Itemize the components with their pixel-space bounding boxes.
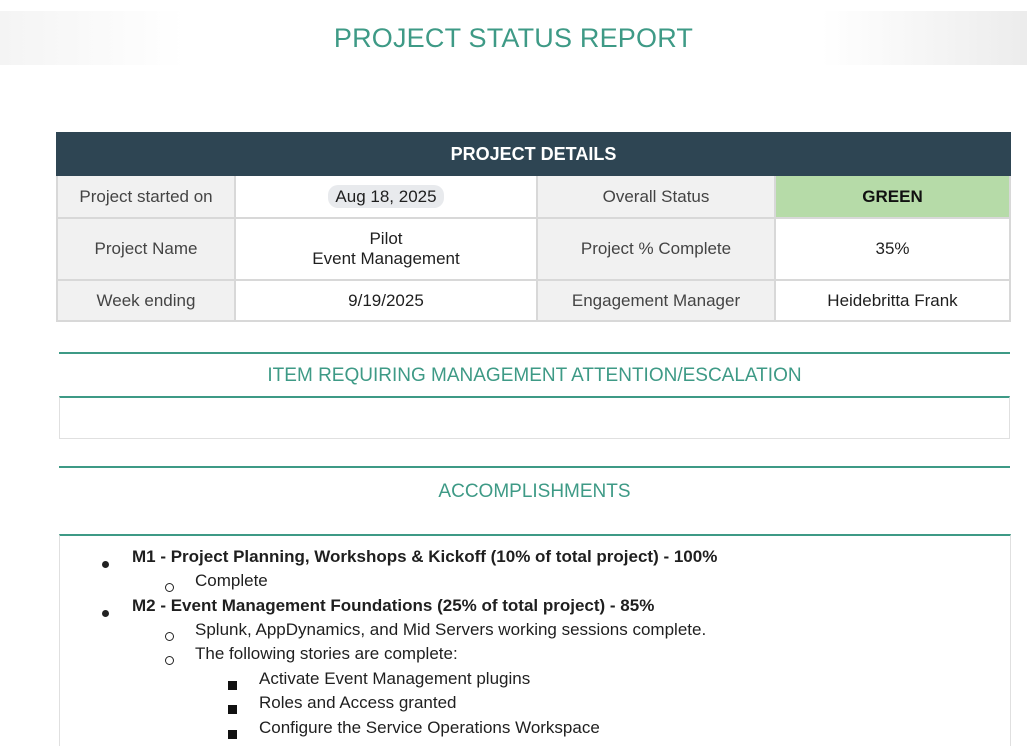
- accomplishments-header: ACCOMPLISHMENTS: [438, 481, 631, 502]
- started-label: Project started on: [56, 174, 236, 219]
- report-title: PROJECT STATUS REPORT: [333, 23, 694, 53]
- bullet-square-icon: [228, 724, 237, 744]
- engagement-manager-label: Engagement Manager: [536, 279, 776, 322]
- bullet-square-icon: [228, 699, 237, 719]
- started-value[interactable]: Aug 18, 2025: [234, 174, 538, 219]
- project-name-line2: Event Management: [312, 249, 460, 268]
- bullet-dot-icon: [102, 553, 109, 573]
- milestone-m1: M1 - Project Planning, Workshops & Kicko…: [132, 547, 718, 566]
- date-chip[interactable]: Aug 18, 2025: [328, 184, 444, 208]
- escalation-section: ITEM REQUIRING MANAGEMENT ATTENTION/ESCA…: [59, 352, 1010, 439]
- m1-sub-item: Complete: [195, 571, 268, 590]
- details-row-week: Week ending 9/19/2025 Engagement Manager…: [56, 279, 1011, 322]
- week-ending-label: Week ending: [56, 279, 236, 322]
- title-band: PROJECT STATUS REPORT: [0, 11, 1027, 65]
- bullet-circle-icon: [165, 650, 174, 670]
- project-details-table: PROJECT DETAILS Project started on Aug 1…: [56, 132, 1011, 322]
- overall-status-label: Overall Status: [536, 174, 776, 219]
- percent-complete-value: 35%: [774, 217, 1011, 281]
- m2-sub-item: The following stories are complete:: [195, 644, 458, 663]
- bullet-dot-icon: [102, 602, 109, 622]
- week-ending-value: 9/19/2025: [234, 279, 538, 322]
- bullet-circle-icon: [165, 626, 174, 646]
- milestone-m2: M2 - Event Management Foundations (25% o…: [132, 596, 655, 615]
- project-name-line1: Pilot: [369, 229, 403, 248]
- project-name-label: Project Name: [56, 217, 236, 281]
- project-name-value: Pilot Event Management: [234, 217, 538, 281]
- escalation-header: ITEM REQUIRING MANAGEMENT ATTENTION/ESCA…: [267, 365, 802, 386]
- engagement-manager-value: Heidebritta Frank: [774, 279, 1011, 322]
- details-row-started: Project started on Aug 18, 2025 Overall …: [56, 174, 1011, 219]
- escalation-content[interactable]: [59, 396, 1010, 439]
- story-item: Configure the Service Operations Workspa…: [259, 718, 600, 737]
- accomplishments-body[interactable]: M1 - Project Planning, Workshops & Kicko…: [59, 534, 1011, 746]
- bullet-square-icon: [228, 675, 237, 695]
- bullet-circle-icon: [165, 577, 174, 597]
- overall-status-value: GREEN: [774, 174, 1011, 219]
- details-row-name: Project Name Pilot Event Management Proj…: [56, 217, 1011, 281]
- percent-complete-label: Project % Complete: [536, 217, 776, 281]
- story-item: Activate Event Management plugins: [259, 669, 531, 688]
- story-item: Roles and Access granted: [259, 693, 457, 712]
- project-details-header: PROJECT DETAILS: [56, 132, 1011, 176]
- m2-sub-item: Splunk, AppDynamics, and Mid Servers wor…: [195, 620, 707, 639]
- accomplishments-section: ACCOMPLISHMENTS: [59, 466, 1010, 516]
